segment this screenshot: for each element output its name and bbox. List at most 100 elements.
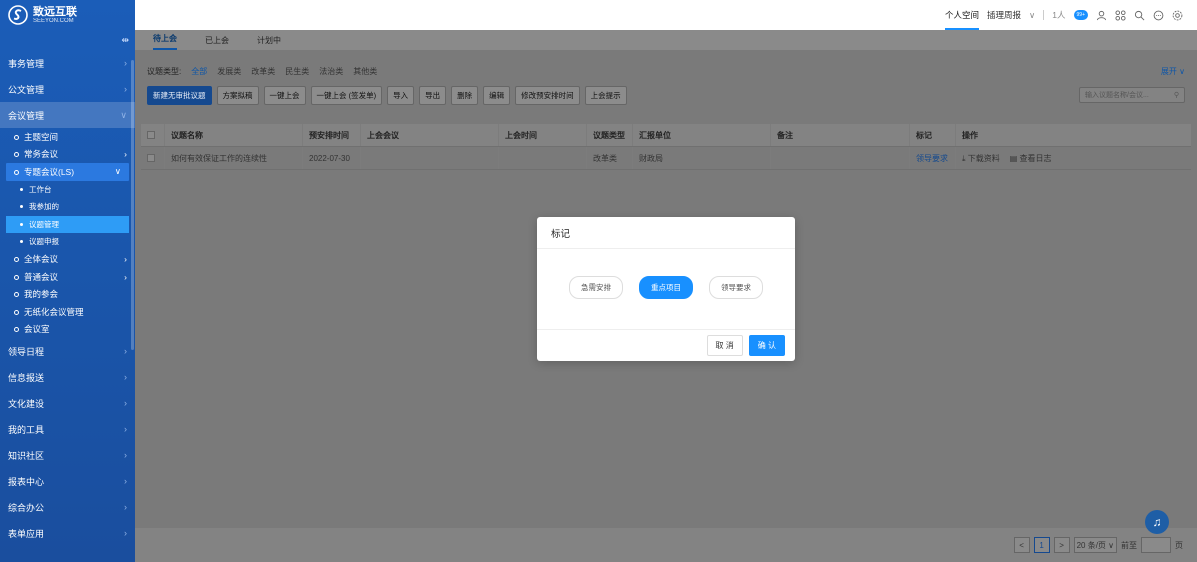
row-select-cell bbox=[141, 147, 165, 169]
col-meeting[interactable]: 上会会议 bbox=[361, 124, 499, 146]
option-urgent[interactable]: 急需安排 bbox=[569, 276, 623, 299]
weekly-report-link[interactable]: 插理周报 bbox=[987, 9, 1021, 21]
menu-item-my-tools[interactable]: 我的工具 › bbox=[0, 416, 135, 442]
one-click-meeting-sign-button[interactable]: 一键上会 (签发单) bbox=[310, 85, 383, 105]
col-remark[interactable]: 备注 bbox=[771, 124, 910, 146]
menu-leaf-joined[interactable]: 我参加的 bbox=[0, 198, 135, 216]
cancel-button[interactable]: 取 消 bbox=[706, 335, 743, 356]
option-key-project[interactable]: 重点项目 bbox=[639, 276, 693, 299]
meeting-reminder-button[interactable]: 上会提示 bbox=[584, 85, 627, 105]
chevron-right-icon: › bbox=[124, 502, 127, 512]
brand-logo[interactable]: 致远互联 SEEYON.COM bbox=[0, 0, 135, 30]
next-page-button[interactable]: > bbox=[1053, 537, 1070, 553]
chevron-right-icon: › bbox=[124, 346, 127, 356]
filter-reform[interactable]: 改革类 bbox=[251, 66, 275, 77]
expand-filters-button[interactable]: 展开 ∨ bbox=[1161, 66, 1185, 77]
col-time[interactable]: 预安排时间 bbox=[303, 124, 361, 146]
cell-name[interactable]: 如何有效保证工作的连续性 bbox=[165, 147, 303, 169]
menu-item-info-report[interactable]: 信息报送 › bbox=[0, 364, 135, 390]
col-type[interactable]: 议题类型 bbox=[587, 124, 633, 146]
cell-meeting-time bbox=[499, 147, 587, 169]
circle-icon bbox=[14, 169, 19, 175]
menu-sub-room[interactable]: 会议室 bbox=[0, 321, 135, 339]
menu-item-affairs[interactable]: 事务管理 › bbox=[0, 50, 135, 76]
filter-development[interactable]: 发展类 bbox=[217, 66, 241, 77]
menu-label: 领导日程 bbox=[8, 346, 45, 357]
sidebar-scrollbar[interactable] bbox=[131, 60, 134, 350]
personal-space-link[interactable]: 个人空间 bbox=[945, 0, 980, 30]
col-name[interactable]: 议题名称 bbox=[165, 124, 303, 146]
notification-badge[interactable]: 99+ bbox=[1073, 10, 1088, 20]
delete-button[interactable]: 删除 bbox=[451, 85, 479, 105]
one-click-meeting-button[interactable]: 一键上会 bbox=[263, 85, 306, 105]
menu-item-knowledge[interactable]: 知识社区 › bbox=[0, 442, 135, 468]
menu-sub-normal[interactable]: 普通会议 › bbox=[0, 268, 135, 286]
row-checkbox[interactable] bbox=[147, 154, 155, 162]
filter-all[interactable]: 全部 bbox=[191, 66, 207, 77]
menu-label: 我的参会 bbox=[24, 289, 59, 300]
table-row[interactable]: 如何有效保证工作的连续性 2022-07-30 改革类 财政局 领导要求 ⤓ 下… bbox=[141, 147, 1191, 170]
menu-sub-standing[interactable]: 常务会议 › bbox=[0, 146, 135, 164]
import-button[interactable]: 导入 bbox=[387, 85, 415, 105]
menu-label: 文化建设 bbox=[8, 398, 45, 409]
goto-page-input[interactable] bbox=[1141, 537, 1171, 553]
menu-label: 公文管理 bbox=[8, 84, 45, 95]
col-meeting-time[interactable]: 上会时间 bbox=[499, 124, 587, 146]
menu-sub-plenary[interactable]: 全体会议 › bbox=[0, 251, 135, 269]
chevron-right-icon: › bbox=[124, 84, 127, 94]
tab-done[interactable]: 已上会 bbox=[205, 35, 229, 50]
col-unit[interactable]: 汇报单位 bbox=[633, 124, 771, 146]
menu-item-office[interactable]: 综合办公 › bbox=[0, 494, 135, 520]
menu-leaf-topic-manage[interactable]: 议题管理 bbox=[6, 215, 129, 233]
menu-item-forms[interactable]: 表单应用 › bbox=[0, 520, 135, 546]
draft-plan-button[interactable]: 方案拟稿 bbox=[216, 85, 259, 105]
page-1-button[interactable]: 1 bbox=[1033, 537, 1050, 553]
search-icon[interactable]: ⚲ bbox=[1174, 91, 1179, 99]
view-log-action[interactable]: ▤ 查看日志 bbox=[1010, 153, 1052, 164]
filter-other[interactable]: 其他类 bbox=[353, 66, 377, 77]
settings-icon[interactable] bbox=[1172, 10, 1183, 21]
option-leader-request[interactable]: 领导要求 bbox=[709, 276, 763, 299]
prev-page-button[interactable]: < bbox=[1013, 537, 1030, 553]
menu-leaf-topic-apply[interactable]: 议题申报 bbox=[0, 233, 135, 251]
dialog-title: 标记 bbox=[537, 217, 795, 249]
export-button[interactable]: 导出 bbox=[419, 85, 447, 105]
menu-item-leader-schedule[interactable]: 领导日程 › bbox=[0, 338, 135, 364]
menu-item-documents[interactable]: 公文管理 › bbox=[0, 76, 135, 102]
menu-sub-theme-space[interactable]: 主题空间 bbox=[0, 128, 135, 146]
chat-float-button[interactable]: ♫ bbox=[1145, 510, 1169, 534]
new-topic-button[interactable]: 新建无审批议题 bbox=[147, 85, 212, 105]
mark-link[interactable]: 领导要求 bbox=[916, 153, 948, 164]
message-icon[interactable] bbox=[1153, 10, 1164, 21]
chevron-down-icon[interactable]: ∨ bbox=[1029, 10, 1035, 21]
user-icon[interactable] bbox=[1096, 10, 1107, 21]
page-size-select[interactable]: 20 条/页 ∨ bbox=[1073, 537, 1117, 553]
apps-icon[interactable] bbox=[1115, 9, 1126, 21]
col-mark[interactable]: 标记 bbox=[910, 124, 956, 146]
menu-label: 我参加的 bbox=[29, 202, 59, 212]
modify-time-button[interactable]: 修改预安排时间 bbox=[515, 85, 580, 105]
tab-pending[interactable]: 待上会 bbox=[153, 33, 177, 50]
select-all-checkbox[interactable] bbox=[147, 131, 155, 139]
download-action[interactable]: ⤓ 下载资料 bbox=[962, 153, 1000, 164]
cell-mark: 领导要求 bbox=[910, 147, 956, 169]
menu-sub-paperless[interactable]: 无纸化会议管理 bbox=[0, 303, 135, 321]
menu-leaf-workbench[interactable]: 工作台 bbox=[0, 181, 135, 199]
collapse-icon[interactable]: ⇹ bbox=[0, 30, 135, 50]
menu-item-meetings[interactable]: 会议管理 ∨ bbox=[0, 102, 135, 128]
bullet-icon bbox=[20, 240, 23, 244]
filter-livelihood[interactable]: 民生类 bbox=[285, 66, 309, 77]
search-icon[interactable] bbox=[1134, 10, 1145, 21]
chevron-down-icon: ∨ bbox=[114, 166, 121, 177]
menu-label: 无纸化会议管理 bbox=[24, 306, 84, 317]
menu-item-reports[interactable]: 报表中心 › bbox=[0, 468, 135, 494]
menu-sub-topic-ls[interactable]: 专题会议(LS) ∨ bbox=[6, 163, 129, 181]
menu-sub-my-attend[interactable]: 我的参会 bbox=[0, 286, 135, 304]
filter-rule-of-law[interactable]: 法治类 bbox=[319, 66, 343, 77]
confirm-button[interactable]: 确 认 bbox=[748, 335, 785, 356]
menu-item-culture[interactable]: 文化建设 › bbox=[0, 390, 135, 416]
edit-button[interactable]: 编辑 bbox=[483, 85, 511, 105]
tab-planned[interactable]: 计划中 bbox=[257, 35, 281, 50]
online-count[interactable]: 1人 bbox=[1052, 9, 1065, 21]
search-input[interactable]: 输入议题名称/会议... ⚲ bbox=[1079, 87, 1185, 103]
